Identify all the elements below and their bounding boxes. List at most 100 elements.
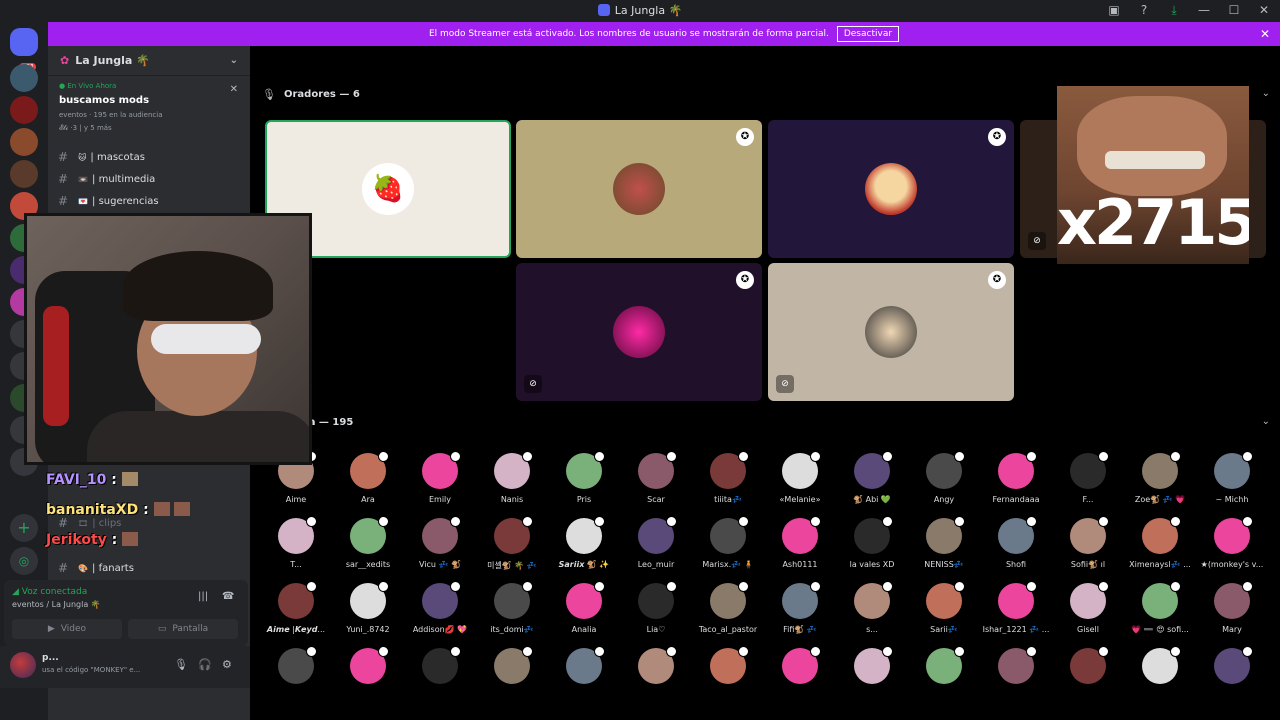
audience-member[interactable] <box>1196 646 1268 713</box>
audience-name: ★(monkey's v... <box>1200 560 1264 569</box>
audience-member[interactable]: Leo_muir <box>620 516 692 583</box>
channel-fanarts[interactable]: # 🎨 | fanarts <box>48 557 250 579</box>
audience-member[interactable]: Pris <box>548 451 620 518</box>
maximize-button[interactable]: ☐ <box>1226 3 1242 18</box>
audience-name: Yuni_.8742 <box>346 625 390 634</box>
audience-member[interactable]: Mary <box>1196 581 1268 648</box>
audience-member[interactable]: 💗 ➖ 😍 sofi... <box>1124 581 1196 648</box>
speaker-tile[interactable]: ✪ <box>768 120 1014 258</box>
audience-member[interactable]: Nanis <box>476 451 548 518</box>
audience-member[interactable]: Addison💋 💖 <box>404 581 476 648</box>
add-server-icon[interactable]: + <box>10 514 38 542</box>
audience-member[interactable]: Sarii💤 <box>908 581 980 648</box>
audience-member[interactable] <box>620 646 692 713</box>
screen-share-button[interactable]: ▭ Pantalla <box>128 619 238 639</box>
minimize-button[interactable]: — <box>1196 3 1212 18</box>
server-icon[interactable] <box>10 64 38 92</box>
audience-member[interactable]: 🐒 Abi 💚 <box>836 451 908 518</box>
channel-mascotas[interactable]: # 🐱 | mascotas <box>48 146 250 168</box>
audience-member[interactable]: 𝘼𝙞𝙢𝙚 |𝙆𝙚𝙮𝙙... <box>260 581 332 648</box>
chevron-down-icon[interactable]: ⌄ <box>1262 416 1270 427</box>
close-icon[interactable]: ✕ <box>230 84 238 95</box>
audience-member[interactable]: Vicu 💤 🐒 <box>404 516 476 583</box>
audience-member[interactable]: Zoe🐒 💤 💗 <box>1124 451 1196 518</box>
channel-multimedia[interactable]: # 📼 | multimedia <box>48 168 250 190</box>
audience-member[interactable]: Ximenaysl💤 ... <box>1124 516 1196 583</box>
deactivate-button[interactable]: Desactivar <box>836 26 900 42</box>
audience-member[interactable]: sar__xedits <box>332 516 404 583</box>
headphones-icon[interactable]: 🎧 <box>198 658 212 671</box>
noise-suppression-icon[interactable]: ||| <box>198 591 208 602</box>
audience-member[interactable]: Lia♡ <box>620 581 692 648</box>
download-icon[interactable]: ⤓ <box>1166 3 1182 18</box>
channel-sugerencias[interactable]: # 💌 | sugerencias <box>48 190 250 212</box>
audience-member[interactable]: 𝙎𝙖𝙧𝙞𝙞𝙭 🐒 ✨ <box>548 516 620 583</box>
audience-member[interactable]: Emily <box>404 451 476 518</box>
server-icon[interactable] <box>10 160 38 188</box>
audience-member[interactable]: 미셸🐒 🌴 💤 <box>476 516 548 583</box>
audience-member[interactable] <box>548 646 620 713</box>
audience-member[interactable] <box>908 646 980 713</box>
audience-member[interactable]: T... <box>260 516 332 583</box>
video-button[interactable]: ▶ Video <box>12 619 122 639</box>
audience-member[interactable]: Taco_al_pastor <box>692 581 764 648</box>
disconnect-icon[interactable]: ☎ <box>222 591 234 602</box>
audience-member[interactable] <box>692 646 764 713</box>
live-stage-card[interactable]: ● En Vivo Ahora buscamos mods eventos · … <box>48 76 250 139</box>
discover-icon[interactable]: ◎ <box>10 547 38 575</box>
audience-member[interactable]: tiiita💤 <box>692 451 764 518</box>
audience-member[interactable]: Ara <box>332 451 404 518</box>
banner-close-icon[interactable]: ✕ <box>1260 27 1270 41</box>
audience-member[interactable]: s... <box>836 581 908 648</box>
server-icon[interactable] <box>10 96 38 124</box>
audience-member[interactable]: ★(monkey's v... <box>1196 516 1268 583</box>
speaker-tile[interactable]: ✪ ⊘ <box>768 263 1014 401</box>
close-window-button[interactable]: ✕ <box>1256 3 1272 18</box>
audience-member[interactable]: Scar <box>620 451 692 518</box>
speaker-tile[interactable]: ✪ <box>516 120 762 258</box>
audience-member[interactable]: Gisell <box>1052 581 1124 648</box>
voice-channel[interactable]: eventos / La Jungla 🌴 <box>12 600 101 609</box>
audience-member[interactable]: Shofi <box>980 516 1052 583</box>
avatar[interactable] <box>10 652 36 678</box>
audience-member[interactable]: Angy <box>908 451 980 518</box>
streamer-body <box>87 411 309 462</box>
voice-status: ◢ Voz conectada <box>12 587 88 597</box>
home-button[interactable] <box>10 28 38 56</box>
audience-member[interactable]: ~ Michh <box>1196 451 1268 518</box>
audience-member[interactable] <box>404 646 476 713</box>
audience-member[interactable]: Yuni_.8742 <box>332 581 404 648</box>
microphone-icon[interactable]: 🎙 <box>174 658 188 671</box>
moderator-badge-icon: ✪ <box>988 128 1006 146</box>
server-icon[interactable] <box>10 128 38 156</box>
audience-member[interactable]: its_domi💤 <box>476 581 548 648</box>
speaker-tile[interactable]: ✪ ⊘ <box>516 263 762 401</box>
audience-member[interactable]: Fernandaaa <box>980 451 1052 518</box>
audience-member[interactable]: Ishar_1221 💤 ... <box>980 581 1052 648</box>
audience-member[interactable]: NENISS💤 <box>908 516 980 583</box>
audience-member[interactable]: la vales XD <box>836 516 908 583</box>
audience-member[interactable]: F... <box>1052 451 1124 518</box>
audience-member[interactable] <box>980 646 1052 713</box>
audience-member[interactable] <box>260 646 332 713</box>
audience-member[interactable] <box>764 646 836 713</box>
audience-member[interactable] <box>1052 646 1124 713</box>
audience-member[interactable]: Ash0111 <box>764 516 836 583</box>
inbox-icon[interactable]: ▣ <box>1106 3 1122 18</box>
settings-gear-icon[interactable]: ⚙ <box>222 658 232 671</box>
chevron-down-icon[interactable]: ⌄ <box>1262 88 1270 99</box>
audience-member[interactable]: Marisx.💤 🧍 <box>692 516 764 583</box>
audience-member[interactable] <box>332 646 404 713</box>
audience-member[interactable]: Fifi🐒 💤 <box>764 581 836 648</box>
audience-member[interactable] <box>836 646 908 713</box>
audience-name: Analia <box>571 625 597 634</box>
audience-member[interactable]: «Melanie» <box>764 451 836 518</box>
audience-member[interactable] <box>476 646 548 713</box>
help-icon[interactable]: ? <box>1136 3 1152 18</box>
audience-member[interactable]: Sofii🐒 ıl <box>1052 516 1124 583</box>
audience-member[interactable] <box>1124 646 1196 713</box>
audience-member[interactable]: Analia <box>548 581 620 648</box>
muted-icon: ⊘ <box>524 375 542 393</box>
strawberry-avatar: 🍓 <box>362 163 414 215</box>
server-header[interactable]: ✿ La Jungla 🌴 ⌄ <box>48 46 250 76</box>
